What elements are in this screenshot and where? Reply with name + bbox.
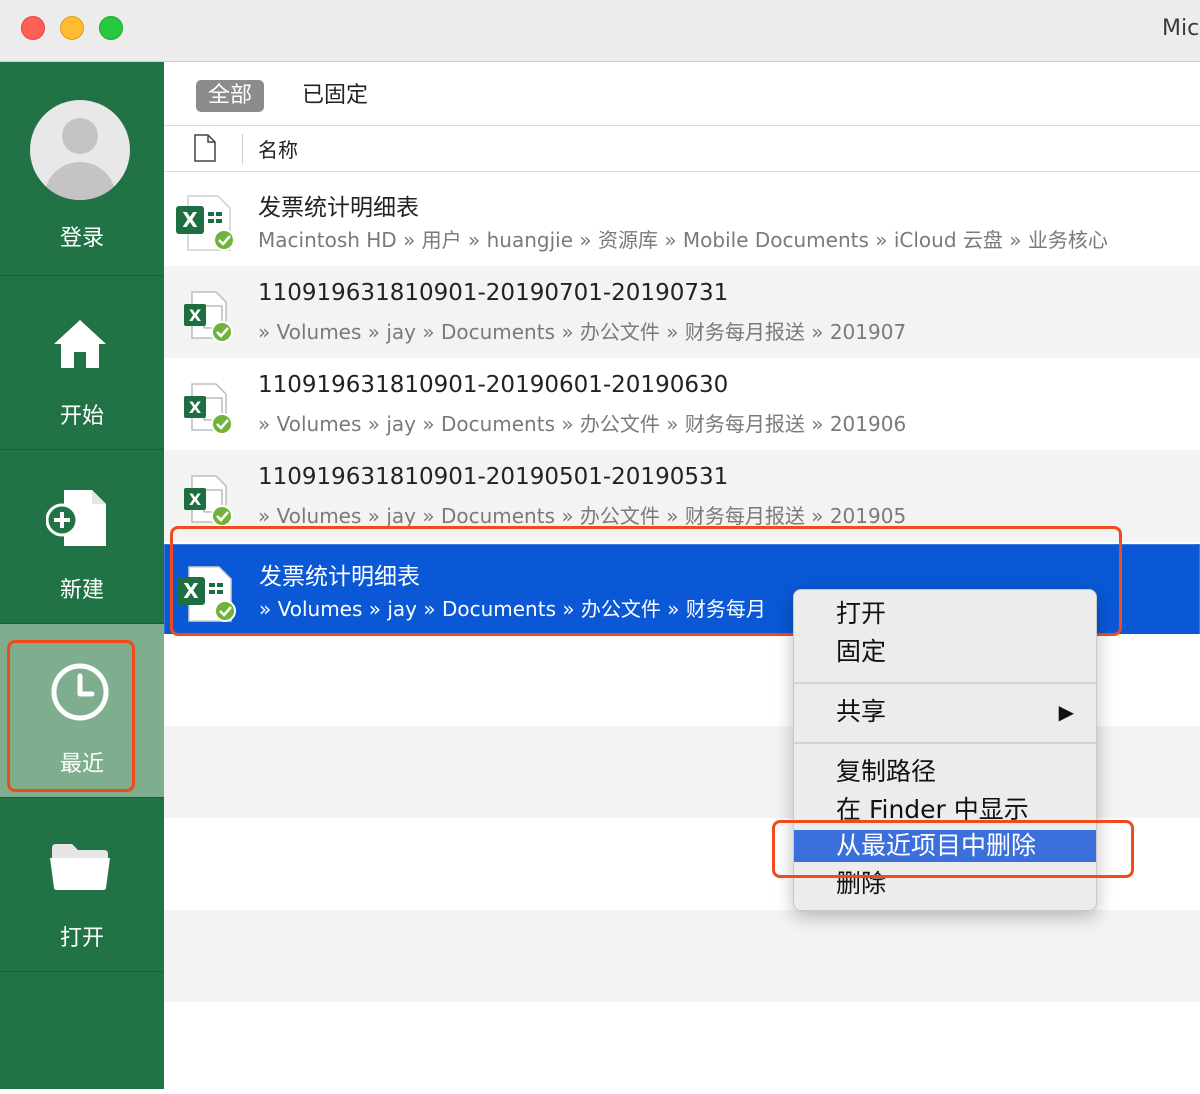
annotation-box-remove-item [772,820,1134,878]
sidebar-item-label: 新建 [59,578,104,603]
sidebar-item-home[interactable]: 开始 [0,276,164,450]
file-name: 110919631810901-20190601-20190630 [258,372,729,398]
menu-item-share[interactable]: 共享 ▶ [794,696,1096,728]
menu-item-pin[interactable]: 固定 [794,636,1096,668]
file-path: » Volumes » jay » Documents » 办公文件 » 财务每… [258,412,907,436]
menu-item-copy-path[interactable]: 复制路径 [794,756,1096,788]
minimize-window-button[interactable] [60,16,84,40]
filter-tabs: 全部 已固定 [164,62,1200,126]
file-name: 110919631810901-20190501-20190531 [258,464,729,490]
svg-text:X: X [189,398,202,417]
new-document-icon [46,490,106,546]
menu-separator [794,742,1096,744]
file-path: » Volumes » jay » Documents » 办公文件 » 财务每… [258,320,907,344]
excel-file-icon: X [184,383,233,435]
close-window-button[interactable] [21,16,45,40]
svg-text:X: X [182,208,198,232]
excel-file-icon: X [184,291,233,343]
menu-separator [794,682,1096,684]
column-divider [242,134,243,164]
folder-icon [50,844,110,890]
document-type-icon[interactable] [194,134,216,162]
title-bar: Mic [0,0,1200,62]
empty-row [164,1002,1200,1094]
file-path: » Volumes » jay » Documents » 办公文件 » 财务每… [258,504,907,528]
zoom-window-button[interactable] [99,16,123,40]
sidebar-item-label: 开始 [59,404,104,429]
avatar-icon [30,100,130,200]
empty-row [164,910,1200,1002]
sidebar: 登录 开始 新建 最近 打开 [0,62,164,1089]
menu-item-open[interactable]: 打开 [794,598,1096,630]
file-name: 110919631810901-20190701-20190731 [258,280,729,306]
name-column-header[interactable]: 名称 [258,134,298,163]
file-row[interactable]: X 110919631810901-20190601-20190630 » Vo… [164,358,1200,450]
annotation-box-recent [7,640,135,792]
sidebar-item-label: 登录 [59,226,104,251]
file-name: 发票统计明细表 [258,195,419,221]
excel-file-icon: X [184,475,233,527]
column-header: 名称 [164,126,1200,172]
home-icon [54,320,106,368]
file-row[interactable]: X 发票统计明细表 Macintosh HD » 用户 » huangjie »… [164,174,1200,266]
tab-pinned[interactable]: 已固定 [290,80,380,112]
window-title: Mic [1162,16,1200,41]
svg-text:X: X [189,490,202,509]
sidebar-item-open[interactable]: 打开 [0,798,164,972]
file-row[interactable]: X 110919631810901-20190701-20190731 » Vo… [164,266,1200,358]
tab-all[interactable]: 全部 [196,80,265,112]
svg-text:X: X [189,306,202,325]
excel-file-icon: X [176,195,235,251]
file-path: Macintosh HD » 用户 » huangjie » 资源库 » Mob… [258,228,1108,252]
sidebar-item-signin[interactable]: 登录 [0,62,164,276]
menu-item-label: 共享 [836,697,887,726]
sidebar-item-new[interactable]: 新建 [0,450,164,624]
submenu-arrow-icon: ▶ [1058,700,1074,724]
sidebar-item-label: 打开 [59,926,104,951]
